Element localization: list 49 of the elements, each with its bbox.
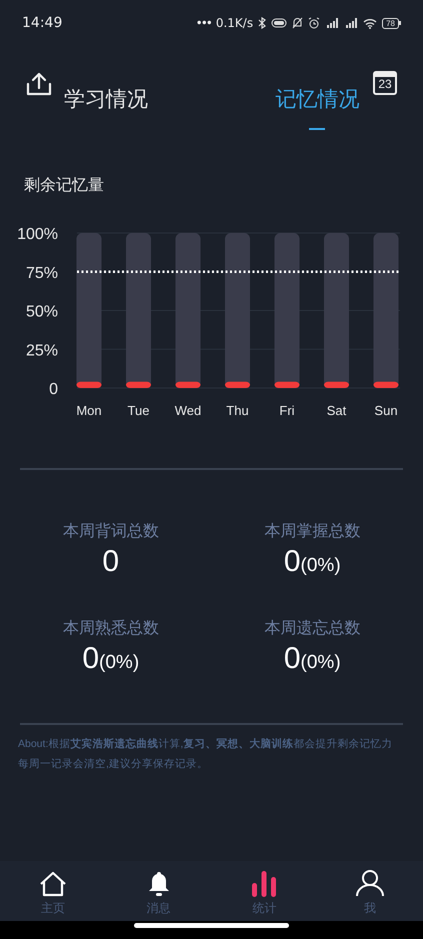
nav-item[interactable]: 我: [317, 861, 423, 921]
signal-icon: [325, 17, 340, 29]
tab[interactable]: 记忆情况: [275, 84, 360, 116]
nav-item[interactable]: 主页: [0, 861, 106, 921]
battery-icon: 78: [382, 18, 401, 28]
axis-label: Tue: [128, 403, 150, 418]
stat-label: 本周背词总数: [62, 522, 159, 542]
person-icon: [356, 869, 384, 897]
wifi-icon: [363, 18, 378, 28]
nav-item[interactable]: 消息: [106, 861, 212, 921]
share-icon[interactable]: [26, 72, 52, 96]
about-text: 每周一记录会清空,建议分享保存记录。: [18, 756, 209, 772]
axis-label: 50%: [26, 304, 58, 320]
bell-off-icon: [292, 17, 304, 29]
bell-icon: [146, 871, 171, 897]
axis-label: Sun: [374, 403, 398, 418]
bluetooth-icon: [258, 17, 266, 29]
axis-label: Thu: [226, 403, 249, 418]
stat-value: 0: [284, 544, 301, 580]
axis-label: Sat: [326, 403, 346, 418]
activity-dots: •••: [196, 15, 211, 32]
stat-label: 本周遗忘总数: [264, 618, 360, 638]
network-speed: 0.1K/s: [216, 15, 254, 32]
stat-label: 本周熟悉总数: [62, 618, 159, 638]
axis-label: 75%: [26, 264, 58, 282]
axis-label: Mon: [76, 403, 102, 418]
home-icon: [38, 871, 67, 897]
nav-item[interactable]: 统计: [212, 861, 318, 921]
stat-label: 本周掌握总数: [264, 522, 360, 542]
status-time: 14:49: [22, 14, 62, 32]
stat-value: 0: [284, 640, 301, 676]
axis-label: Wed: [174, 403, 202, 418]
chart-title: 剩余记忆量: [23, 176, 105, 196]
stat-percent: (0%): [99, 650, 140, 674]
axis-label: 100%: [17, 226, 58, 243]
tab[interactable]: 学习情况: [64, 84, 148, 116]
axis-label: Fri: [279, 403, 295, 418]
alarm-icon: [308, 17, 320, 29]
stat-percent: (0%): [300, 650, 341, 674]
toggle-icon: [271, 18, 288, 28]
stat-value: 0: [82, 640, 100, 676]
about-text: About:根据艾宾浩斯遗忘曲线计算,复习、冥想、大脑训练都会提升剩余记忆力: [18, 737, 394, 752]
axis-label: 25%: [26, 342, 58, 360]
stat-value: 0: [102, 544, 120, 580]
bar-chart-icon: [251, 871, 278, 897]
axis-label: 0: [49, 381, 58, 398]
stat-percent: (0%): [300, 554, 341, 578]
signal-icon: [344, 17, 358, 29]
calendar-icon[interactable]: 23: [373, 71, 397, 95]
